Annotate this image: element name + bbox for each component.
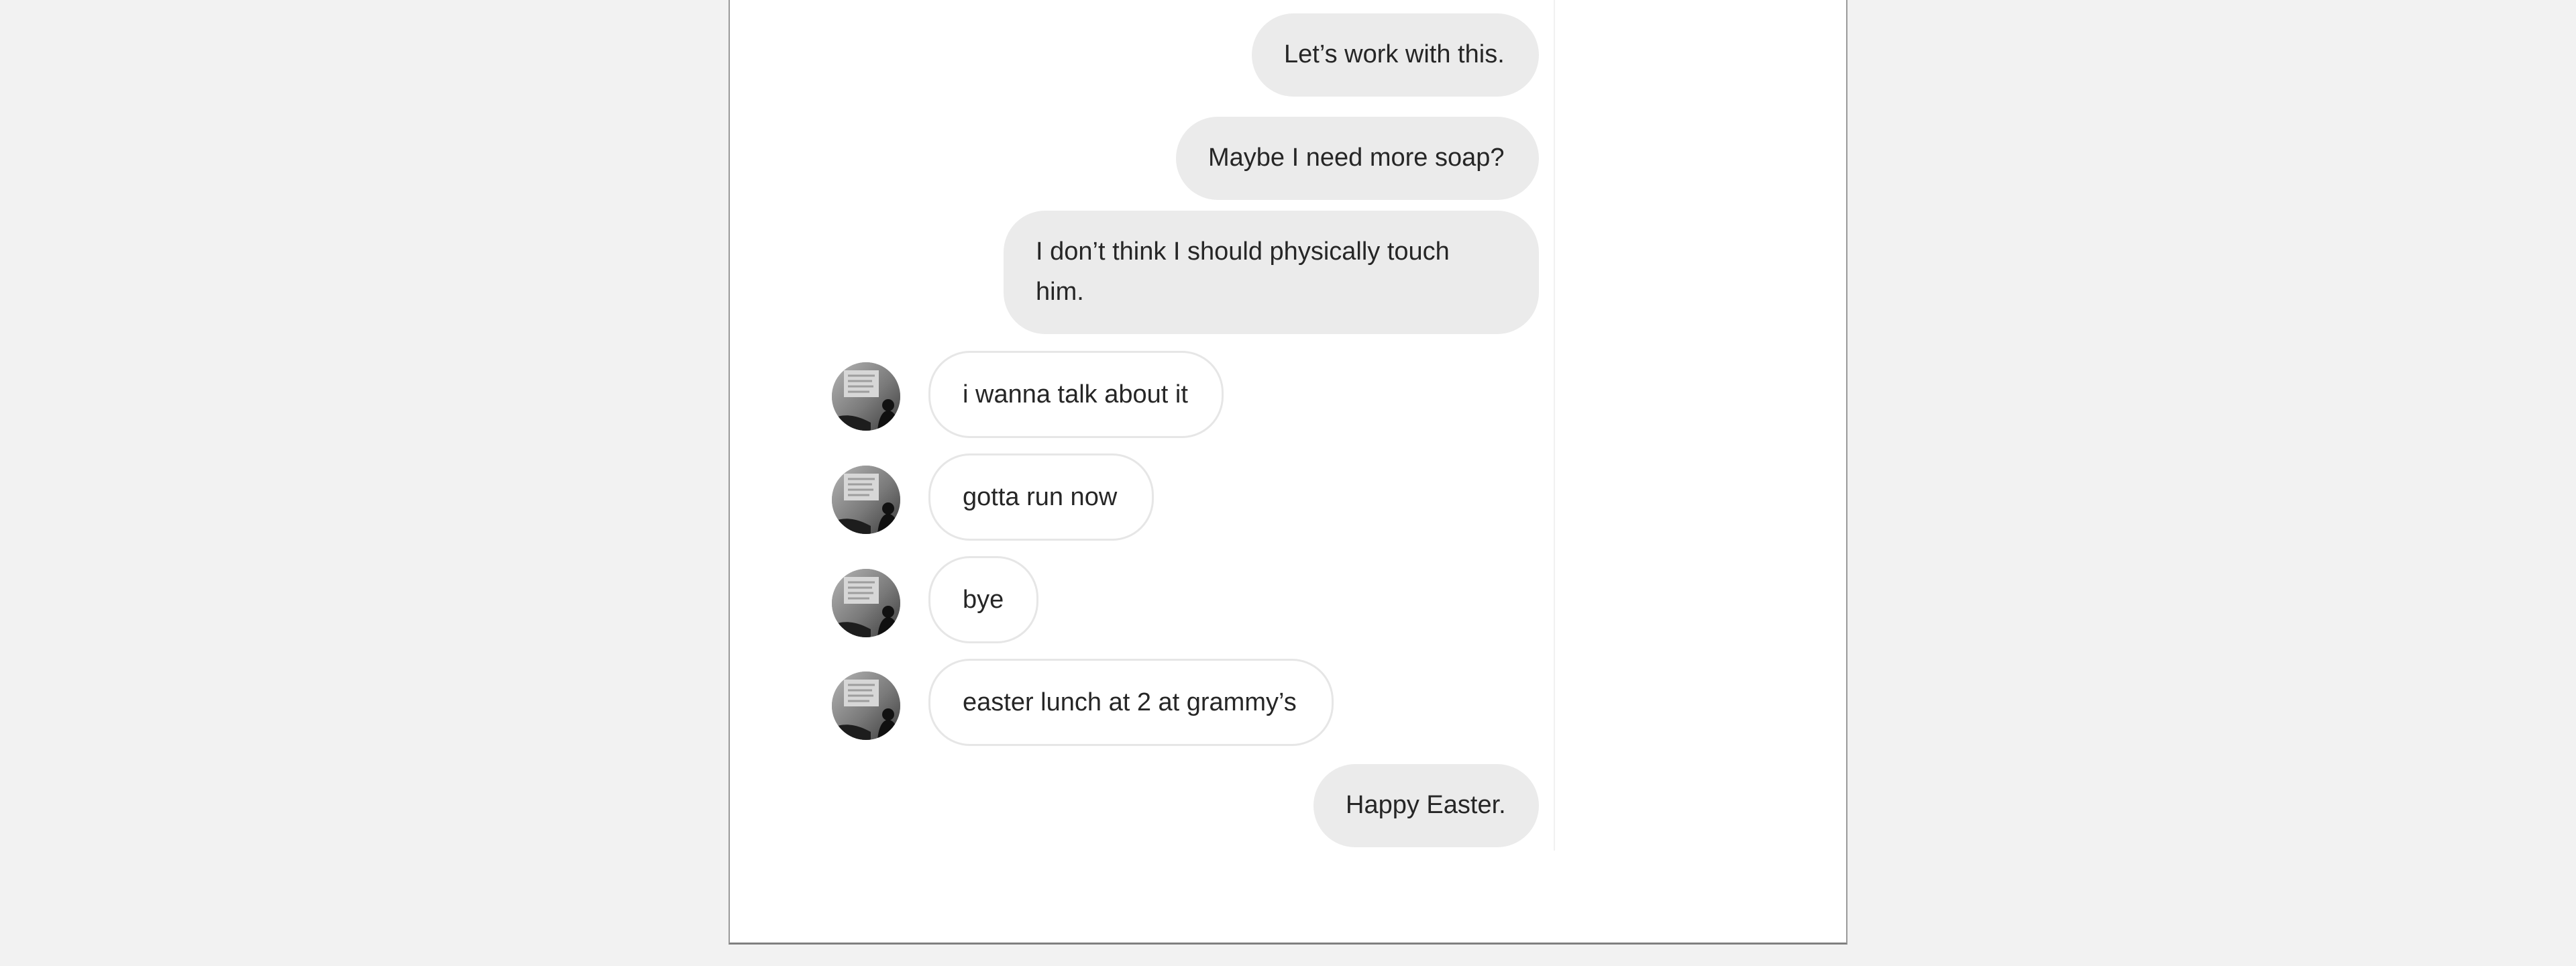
chat-column-divider <box>1554 0 1555 851</box>
avatar-icon <box>832 569 900 637</box>
received-message[interactable]: i wanna talk about it <box>928 351 1224 438</box>
sent-message[interactable]: Happy Easter. <box>1313 764 1539 847</box>
contact-avatar[interactable] <box>832 362 900 431</box>
received-message[interactable]: easter lunch at 2 at grammy’s <box>928 659 1334 746</box>
avatar-icon <box>832 362 900 431</box>
sent-message[interactable]: Maybe I need more soap? <box>1176 117 1539 200</box>
contact-avatar[interactable] <box>832 672 900 740</box>
sent-message[interactable]: Let’s work with this. <box>1252 13 1539 97</box>
sent-message[interactable]: I don’t think I should physically touch … <box>1004 211 1539 334</box>
received-message[interactable]: gotta run now <box>928 453 1154 541</box>
avatar-icon <box>832 466 900 534</box>
contact-avatar[interactable] <box>832 569 900 637</box>
avatar-icon <box>832 672 900 740</box>
contact-avatar[interactable] <box>832 466 900 534</box>
received-message[interactable]: bye <box>928 556 1038 643</box>
